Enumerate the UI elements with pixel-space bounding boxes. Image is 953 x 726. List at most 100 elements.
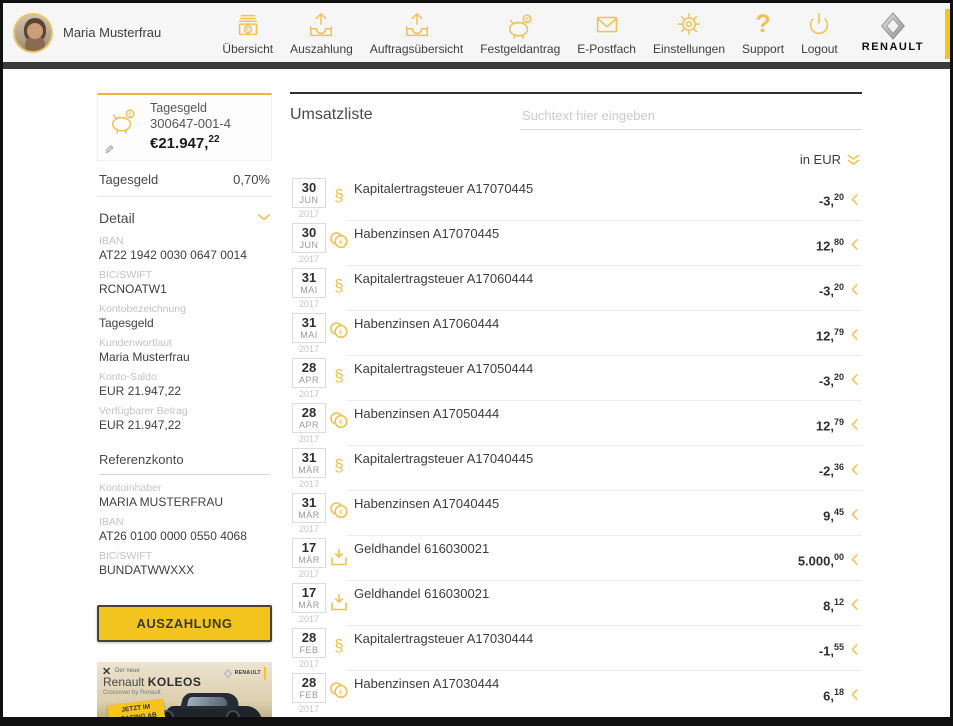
app-window: Maria Musterfrau € Übersicht Auszahlung	[0, 0, 953, 726]
detail-section-header[interactable]: Detail	[97, 197, 272, 228]
field-value: AT26 0100 0000 0550 4068	[99, 529, 270, 543]
transaction-type-icon: § €	[328, 366, 350, 386]
transaction-row[interactable]: 17 MÄR 2017 § €	[290, 535, 862, 580]
paragraph-icon: §	[334, 456, 343, 475]
detail-title: Detail	[99, 210, 135, 226]
reference-field: BIC/SWIFT BUNDATWWXXX	[97, 550, 272, 577]
field-label: Kontoinhaber	[99, 482, 270, 494]
transaction-type-icon: § €	[328, 591, 350, 611]
chevron-left-icon[interactable]	[851, 284, 858, 295]
chevron-left-icon[interactable]	[851, 194, 858, 205]
edit-pencil-icon[interactable]: ✎	[104, 143, 114, 157]
transaction-row[interactable]: 28 FEB 2017 § €	[290, 625, 862, 670]
field-label: Kundenwortlaut	[99, 337, 270, 349]
field-label: IBAN	[99, 235, 270, 247]
transaction-row[interactable]: 31 MÄR 2017 § €	[290, 445, 862, 490]
rate-label: Tagesgeld	[99, 172, 158, 187]
transaction-row[interactable]: 28 APR 2017 § €	[290, 400, 862, 445]
transaction-year: 2017	[292, 254, 326, 264]
chevron-left-icon[interactable]	[851, 329, 858, 340]
tray-arrow-up-icon	[399, 10, 435, 40]
chevron-left-icon[interactable]	[851, 599, 858, 610]
transaction-description: Geldhandel 616030021	[354, 541, 489, 556]
renault-brand[interactable]: RENAULT	[862, 12, 924, 53]
transaction-row[interactable]: 17 MÄR 2017 § €	[290, 580, 862, 625]
paragraph-icon: §	[334, 636, 343, 655]
paragraph-icon: §	[334, 186, 343, 205]
nav-item-uebersicht[interactable]: € Übersicht	[222, 10, 273, 56]
account-balance: €21.947,22	[150, 133, 231, 154]
svg-text:€: €	[339, 510, 343, 517]
chevron-left-icon[interactable]	[851, 239, 858, 250]
chevron-left-icon[interactable]	[851, 509, 858, 520]
chevron-left-icon[interactable]	[851, 644, 858, 655]
transactions-panel: Umsatzliste in EUR 30 JUN 2017 §	[290, 92, 862, 715]
nav-item-support[interactable]: ? Support	[742, 10, 784, 56]
transaction-row[interactable]: 30 JUN 2017 § €	[290, 220, 862, 265]
tray-arrow-up-icon	[303, 10, 339, 40]
power-icon	[801, 10, 837, 40]
transaction-type-icon: § €	[328, 456, 350, 476]
transaction-amount: 8,12	[823, 597, 844, 613]
question-mark-icon: ?	[755, 10, 770, 40]
transaction-description: Habenzinsen A17070445	[354, 226, 499, 241]
field-value: EUR 21.947,22	[99, 418, 270, 432]
transaction-amount: -2,36	[819, 462, 844, 478]
chevron-left-icon[interactable]	[851, 689, 858, 700]
transaction-date: 31 MAI	[292, 268, 326, 298]
field-label: BIC/SWIFT	[99, 269, 270, 281]
nav-item-logout[interactable]: Logout	[801, 10, 838, 56]
piggy-bank-icon: €	[502, 10, 538, 40]
transaction-row[interactable]: 31 MAI 2017 § €	[290, 310, 862, 355]
account-type: Tagesgeld	[150, 100, 231, 116]
chevron-down-icon[interactable]	[258, 214, 270, 221]
user-avatar[interactable]	[13, 13, 53, 53]
ad-brand: RENAULT	[224, 667, 266, 680]
coins-icon: €	[329, 501, 349, 519]
nav-item-einstellungen[interactable]: Einstellungen	[653, 10, 725, 56]
search-input[interactable]	[520, 104, 862, 130]
nav-item-auszahlung[interactable]: Auszahlung	[290, 10, 353, 56]
svg-text:€: €	[339, 240, 343, 247]
transaction-type-icon: § €	[328, 186, 350, 206]
transaction-row[interactable]: 31 MAI 2017 § €	[290, 265, 862, 310]
field-label: Konto-Saldo	[99, 371, 270, 383]
ad-intro-text: Der neue	[115, 668, 140, 674]
tray-arrow-down-icon	[329, 593, 349, 611]
currency-sort-control[interactable]: in EUR	[290, 152, 862, 167]
chevron-left-icon[interactable]	[851, 464, 858, 475]
piggy-bank-icon: €	[106, 105, 140, 135]
gear-icon	[671, 10, 707, 40]
transaction-date: 28 FEB	[292, 673, 326, 703]
chevron-left-icon[interactable]	[851, 419, 858, 430]
transaction-row[interactable]: 28 APR 2017 § €	[290, 355, 862, 400]
transaction-amount: -1,55	[819, 642, 844, 658]
detail-field: IBAN AT22 1942 0030 0647 0014	[97, 235, 272, 262]
chevron-left-icon[interactable]	[851, 554, 858, 565]
transaction-date: 31 MAI	[292, 313, 326, 343]
chevron-left-icon[interactable]	[851, 374, 858, 385]
transaction-amount: 12,80	[816, 237, 844, 253]
brand-name: RENAULT	[862, 41, 924, 53]
account-sidebar: € ✎ Tagesgeld 300647-001-4 €21.947,22 Ta…	[97, 93, 272, 726]
payout-button[interactable]: AUSZAHLUNG	[97, 605, 272, 642]
transaction-row[interactable]: 30 JUN 2017 § €	[290, 175, 862, 220]
nav-item-auftragsuebersicht[interactable]: Auftragsübersicht	[370, 10, 463, 56]
transaction-row[interactable]: 28 FEB 2017 § €	[290, 670, 862, 715]
nav-item-festgeldantrag[interactable]: € Festgeldantrag	[480, 10, 560, 56]
renault-diamond-logo	[224, 669, 232, 678]
transaction-year: 2017	[292, 614, 326, 624]
cashbox-icon: €	[230, 10, 266, 40]
detail-field: Kundenwortlaut Maria Musterfrau	[97, 337, 272, 364]
transaction-year: 2017	[292, 434, 326, 444]
transaction-description: Habenzinsen A17030444	[354, 676, 499, 691]
bottom-border-strip	[3, 717, 950, 723]
nav-item-epostfach[interactable]: E-Postfach	[577, 10, 636, 56]
reference-account-title: Referenzkonto	[99, 452, 270, 475]
account-card[interactable]: € ✎ Tagesgeld 300647-001-4 €21.947,22	[97, 93, 272, 161]
transaction-type-icon: § €	[328, 231, 350, 249]
transaction-row[interactable]: 31 MÄR 2017 § €	[290, 490, 862, 535]
field-value: BUNDATWWXXX	[99, 563, 270, 577]
transaction-amount: 12,79	[816, 417, 844, 433]
transaction-date: 28 APR	[292, 403, 326, 433]
